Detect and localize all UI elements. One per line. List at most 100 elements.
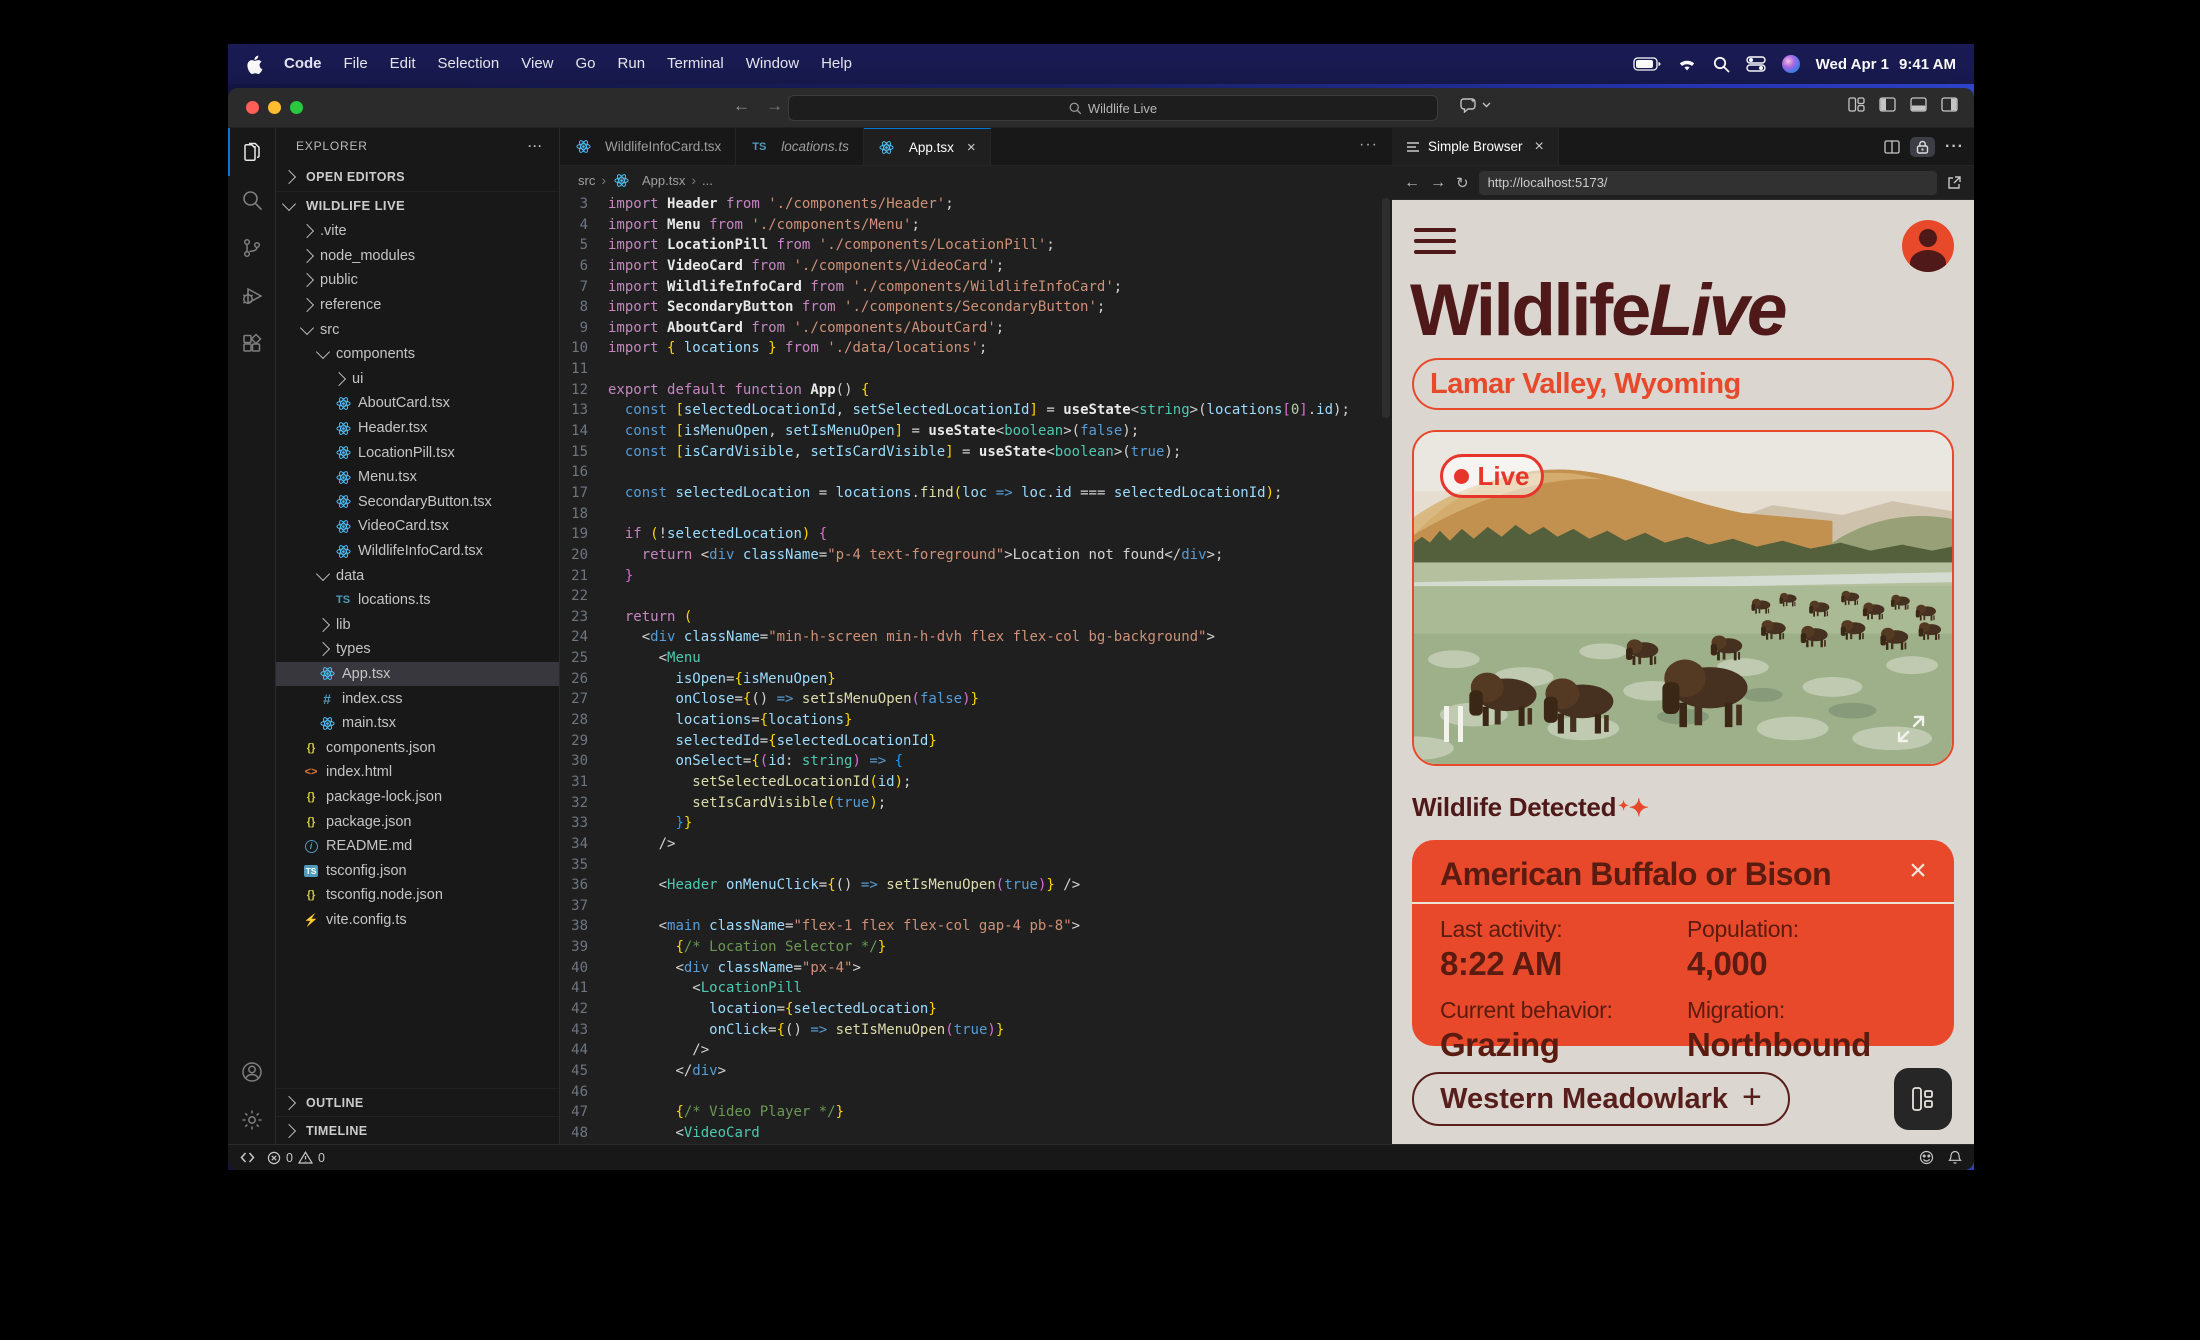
url-input[interactable]: http://localhost:5173/ xyxy=(1479,171,1937,195)
timeline-section[interactable]: TIMELINE xyxy=(276,1116,559,1144)
browser-reload-icon[interactable]: ↻ xyxy=(1456,174,1469,192)
apple-logo-icon[interactable] xyxy=(246,55,263,74)
zoom-window-button[interactable] xyxy=(290,101,303,114)
browser-back-icon[interactable]: ← xyxy=(1404,174,1420,192)
tree-item--vite[interactable]: .vite xyxy=(276,219,559,244)
tree-item-menu-tsx[interactable]: Menu.tsx xyxy=(276,465,559,490)
tree-item-data[interactable]: data xyxy=(276,563,559,588)
tree-item-readme-md[interactable]: iREADME.md xyxy=(276,834,559,859)
explorer-view-icon[interactable] xyxy=(228,128,276,176)
tree-item-index-html[interactable]: <>index.html xyxy=(276,760,559,785)
simple-browser-tab[interactable]: Simple Browser × xyxy=(1392,128,1559,165)
tree-item-tsconfig-node-json[interactable]: {}tsconfig.node.json xyxy=(276,883,559,908)
menu-item-run[interactable]: Run xyxy=(607,55,657,72)
tree-item-index-css[interactable]: #index.css xyxy=(276,686,559,711)
toggle-panel-icon[interactable] xyxy=(1910,97,1927,112)
history-back-button[interactable]: ← xyxy=(733,96,750,116)
battery-icon[interactable] xyxy=(1633,57,1661,71)
explorer-more-actions-icon[interactable]: ··· xyxy=(528,139,543,153)
siri-icon[interactable] xyxy=(1782,55,1800,73)
notifications-bell-icon[interactable] xyxy=(1948,1150,1962,1165)
tree-item-lib[interactable]: lib xyxy=(276,613,559,638)
tree-item-secondarybutton-tsx[interactable]: SecondaryButton.tsx xyxy=(276,490,559,515)
browser-forward-icon[interactable]: → xyxy=(1430,174,1446,192)
menu-item-selection[interactable]: Selection xyxy=(427,55,511,72)
editor-more-actions-icon[interactable]: ··· xyxy=(1359,136,1378,154)
toggle-secondary-sidebar-icon[interactable] xyxy=(1941,97,1958,112)
search-icon[interactable] xyxy=(1713,56,1730,73)
remote-indicator-icon[interactable] xyxy=(240,1151,255,1164)
menu-bar-clock[interactable]: Wed Apr 19:41 AM xyxy=(1816,56,1956,73)
menu-item-code[interactable]: Code xyxy=(273,55,333,72)
breadcrumb[interactable]: src›App.tsx›... xyxy=(560,166,1392,194)
breadcrumb-item[interactable]: src xyxy=(578,173,595,188)
tree-item-vite-config-ts[interactable]: ⚡vite.config.ts xyxy=(276,908,559,933)
minimize-window-button[interactable] xyxy=(268,101,281,114)
editor-tab-app-tsx[interactable]: App.tsx× xyxy=(864,128,991,165)
source-control-view-icon[interactable] xyxy=(228,224,276,272)
feedback-smiley-icon[interactable] xyxy=(1919,1150,1934,1165)
live-video-card[interactable]: Live xyxy=(1412,430,1954,766)
run-debug-view-icon[interactable] xyxy=(228,272,276,320)
wifi-icon[interactable] xyxy=(1677,57,1697,72)
tree-item-videocard-tsx[interactable]: VideoCard.tsx xyxy=(276,514,559,539)
western-meadowlark-button[interactable]: Western Meadowlark + xyxy=(1412,1072,1790,1126)
profile-avatar[interactable] xyxy=(1902,220,1954,272)
tree-item-ui[interactable]: ui xyxy=(276,367,559,392)
breadcrumb-item[interactable]: App.tsx xyxy=(642,173,685,188)
code-editor[interactable]: 3import Header from './components/Header… xyxy=(560,194,1392,1144)
copilot-menu-button[interactable] xyxy=(1460,97,1491,113)
toggle-primary-sidebar-icon[interactable] xyxy=(1879,97,1896,112)
menu-item-edit[interactable]: Edit xyxy=(379,55,427,72)
settings-gear-icon[interactable] xyxy=(228,1096,276,1144)
location-pill-button[interactable]: Lamar Valley, Wyoming xyxy=(1412,358,1954,410)
editor-tab-wildlifeinfocard-tsx[interactable]: WildlifeInfoCard.tsx xyxy=(560,128,736,165)
split-editor-icon[interactable] xyxy=(1884,140,1900,154)
lock-icon[interactable] xyxy=(1910,137,1935,157)
tree-item-header-tsx[interactable]: Header.tsx xyxy=(276,416,559,441)
close-tab-icon[interactable]: × xyxy=(1535,138,1544,156)
history-forward-button[interactable]: → xyxy=(766,96,783,116)
open-editors-section[interactable]: OPEN EDITORS xyxy=(276,163,559,191)
search-view-icon[interactable] xyxy=(228,176,276,224)
tree-item-tsconfig-json[interactable]: TStsconfig.json xyxy=(276,858,559,883)
menu-hamburger-button[interactable] xyxy=(1414,228,1456,254)
customize-layout-icon[interactable] xyxy=(1848,97,1865,112)
tree-item-components-json[interactable]: {}components.json xyxy=(276,735,559,760)
tree-item-public[interactable]: public xyxy=(276,268,559,293)
command-center-search[interactable]: Wildlife Live xyxy=(788,95,1438,121)
editor-scrollbar[interactable] xyxy=(1382,198,1390,418)
tree-item-locationpill-tsx[interactable]: LocationPill.tsx xyxy=(276,440,559,465)
panel-more-actions-icon[interactable]: ··· xyxy=(1945,138,1964,156)
tree-item-aboutcard-tsx[interactable]: AboutCard.tsx xyxy=(276,391,559,416)
tree-item-types[interactable]: types xyxy=(276,637,559,662)
tree-item-main-tsx[interactable]: main.tsx xyxy=(276,711,559,736)
fullscreen-expand-icon[interactable] xyxy=(1896,714,1926,744)
menu-item-window[interactable]: Window xyxy=(735,55,810,72)
account-icon[interactable] xyxy=(228,1048,276,1096)
menu-item-view[interactable]: View xyxy=(510,55,564,72)
pause-button[interactable] xyxy=(1444,706,1463,742)
menu-item-file[interactable]: File xyxy=(333,55,379,72)
tree-item-package-lock-json[interactable]: {}package-lock.json xyxy=(276,785,559,810)
tree-item-package-json[interactable]: {}package.json xyxy=(276,809,559,834)
open-external-icon[interactable] xyxy=(1947,175,1962,190)
outline-section[interactable]: OUTLINE xyxy=(276,1088,559,1116)
workspace-root-section[interactable]: WILDLIFE LIVE xyxy=(276,191,559,219)
problems-indicator[interactable]: 0 0 xyxy=(267,1151,325,1165)
editor-tab-locations-ts[interactable]: TSlocations.ts xyxy=(736,128,864,165)
breadcrumb-item[interactable]: ... xyxy=(702,173,713,188)
tree-item-components[interactable]: components xyxy=(276,342,559,367)
layout-toggle-button[interactable] xyxy=(1894,1068,1952,1130)
close-tab-icon[interactable]: × xyxy=(967,139,976,156)
tree-item-locations-ts[interactable]: TSlocations.ts xyxy=(276,588,559,613)
extensions-view-icon[interactable] xyxy=(228,320,276,368)
tree-item-wildlifeinfocard-tsx[interactable]: WildlifeInfoCard.tsx xyxy=(276,539,559,564)
tree-item-src[interactable]: src xyxy=(276,317,559,342)
tree-item-reference[interactable]: reference xyxy=(276,293,559,318)
menu-item-terminal[interactable]: Terminal xyxy=(656,55,735,72)
close-window-button[interactable] xyxy=(246,101,259,114)
close-card-icon[interactable]: × xyxy=(1904,858,1932,886)
menu-item-go[interactable]: Go xyxy=(565,55,607,72)
tree-item-node-modules[interactable]: node_modules xyxy=(276,244,559,269)
